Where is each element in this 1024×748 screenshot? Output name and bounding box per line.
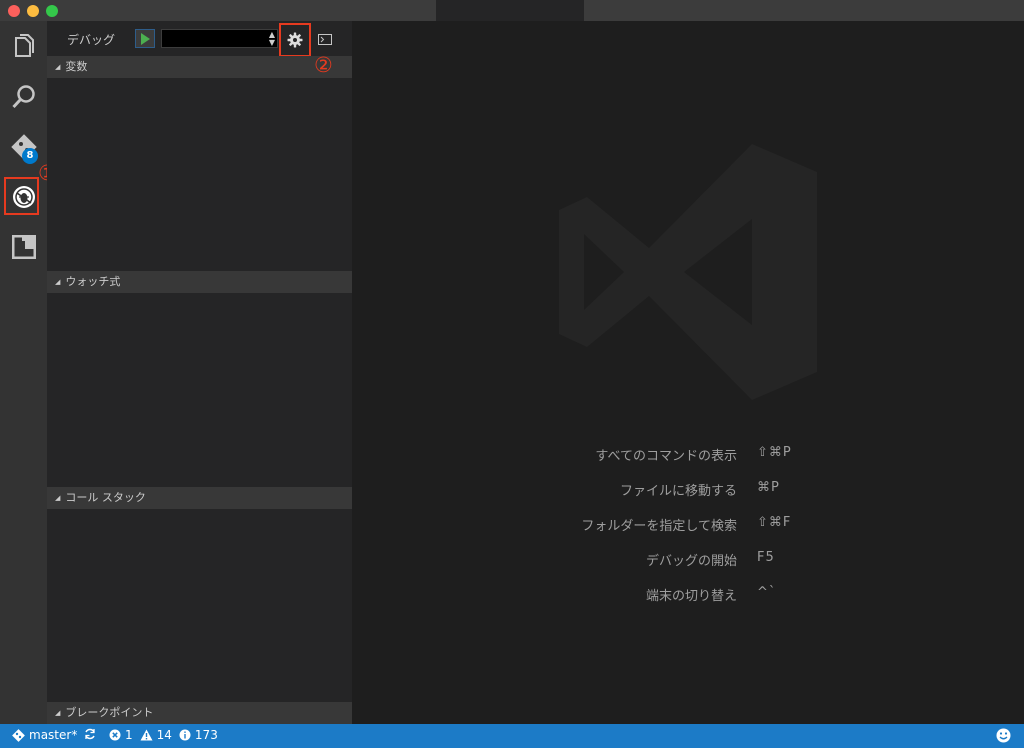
warning-icon (140, 729, 153, 741)
collapse-triangle-icon: ◢ (55, 278, 61, 286)
gear-icon (287, 32, 303, 48)
activity-bar: 8 (0, 21, 47, 724)
git-branch-name: master* (29, 728, 78, 742)
section-call-stack-header[interactable]: ◢ コール スタック (47, 487, 352, 509)
vscode-logo-watermark (559, 144, 817, 400)
hint-toggle-terminal: 端末の切り替え ^` (352, 585, 1024, 605)
terminal-icon (318, 33, 332, 45)
error-count: 1 (125, 728, 133, 742)
window-title-area (436, 0, 584, 21)
section-variables-label: 変数 (65, 60, 88, 73)
debug-config-select[interactable]: ▲ ▼ (161, 29, 278, 48)
status-bar: master* 1 14 173 (0, 724, 1024, 748)
window-zoom-button[interactable] (46, 5, 58, 17)
hint-key: ⇧⌘P (757, 445, 792, 460)
hint-label: フォルダーを指定して検索 (581, 519, 737, 534)
files-icon (14, 34, 34, 57)
hint-key: ⌘P (757, 480, 780, 495)
section-breakpoints-header[interactable]: ◢ ブレークポイント (47, 702, 352, 724)
collapse-triangle-icon: ◢ (55, 63, 61, 71)
collapse-triangle-icon: ◢ (55, 709, 61, 717)
hint-key: F5 (757, 550, 775, 565)
hint-label: デバッグの開始 (645, 554, 737, 569)
git-branch-status[interactable]: master* (12, 728, 77, 742)
activity-search[interactable] (0, 73, 47, 121)
select-arrows-icon: ▲ ▼ (268, 30, 275, 47)
window-minimize-button[interactable] (27, 5, 39, 17)
info-icon (179, 729, 191, 741)
hint-label: すべてのコマンドの表示 (595, 449, 737, 464)
search-icon (11, 85, 35, 109)
warning-count: 14 (156, 728, 172, 742)
activity-explorer[interactable] (0, 23, 47, 71)
smiley-icon (996, 728, 1011, 743)
start-debug-button[interactable] (135, 29, 155, 48)
debug-title: デバッグ (67, 33, 116, 47)
hint-start-debug: デバッグの開始 F5 (352, 550, 1024, 570)
section-watch-header[interactable]: ◢ ウォッチ式 (47, 271, 352, 293)
extensions-icon (11, 235, 36, 259)
hint-label: ファイルに移動する (619, 484, 737, 499)
hint-label: 端末の切り替え (645, 589, 737, 604)
problems-status[interactable]: 1 14 173 (109, 728, 218, 742)
hint-key: ⇧⌘F (757, 515, 792, 530)
debug-console-button[interactable] (317, 31, 333, 47)
debug-sidebar: デバッグ ▲ ▼ ◢ 変数 ◢ ウォッチ式 ◢ コール スタック ◢ ブレークポ… (47, 21, 352, 724)
annotation-two: ② (314, 53, 333, 77)
error-icon (109, 729, 121, 741)
play-icon (141, 32, 150, 45)
section-variables-header[interactable]: ◢ 変数 (47, 56, 352, 78)
sync-button[interactable] (84, 728, 100, 740)
editor-area: すべてのコマンドの表示 ⇧⌘P ファイルに移動する ⌘P フォルダーを指定して検… (352, 21, 1024, 724)
feedback-button[interactable] (996, 728, 1015, 743)
hint-key: ^` (757, 585, 777, 600)
section-call-stack-label: コール スタック (65, 491, 146, 504)
debug-highlight-annotation (4, 177, 39, 215)
section-watch-label: ウォッチ式 (65, 275, 121, 288)
debug-settings-button[interactable] (279, 23, 311, 57)
hint-go-to-file: ファイルに移動する ⌘P (352, 480, 1024, 500)
sync-icon (85, 728, 95, 740)
info-count: 173 (194, 728, 218, 742)
git-branch-icon (12, 728, 25, 742)
window-close-button[interactable] (8, 5, 20, 17)
debug-toolbar: デバッグ ▲ ▼ (47, 21, 352, 57)
activity-extensions[interactable] (0, 223, 47, 271)
section-breakpoints-label: ブレークポイント (65, 706, 154, 719)
title-bar (0, 0, 1024, 21)
git-changes-badge: 8 (22, 148, 38, 164)
hint-show-commands: すべてのコマンドの表示 ⇧⌘P (352, 445, 1024, 465)
collapse-triangle-icon: ◢ (55, 494, 61, 502)
hint-find-in-folder: フォルダーを指定して検索 ⇧⌘F (352, 515, 1024, 535)
